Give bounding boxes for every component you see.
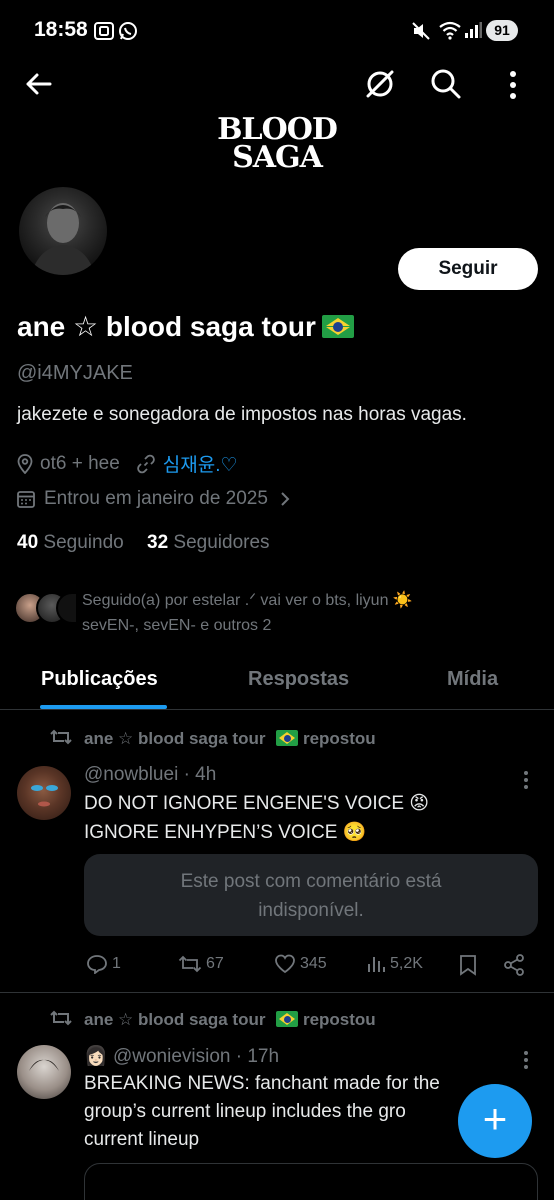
followed-by-avatars[interactable] xyxy=(14,592,78,628)
post-text-line: BREAKING NEWS: fanchant made for the xyxy=(84,1073,440,1094)
status-time: 18:58 xyxy=(34,18,88,41)
location-icon xyxy=(17,453,33,474)
chevron-right-icon xyxy=(280,491,290,507)
post-author-handle: @wonievision · 17h xyxy=(112,1046,280,1067)
tab-publicacoes[interactable]: Publicações xyxy=(41,668,158,691)
repost-label[interactable]: ane ☆ blood saga tour repostou xyxy=(84,1010,376,1030)
post-author-avatar[interactable] xyxy=(17,1045,71,1099)
post-author-avatar[interactable] xyxy=(17,766,71,820)
share-icon[interactable] xyxy=(503,954,525,976)
followed-by-text[interactable]: Seguido(a) por estelar .ᐟ vai ver o bts,… xyxy=(82,588,522,638)
calendar-icon xyxy=(17,490,35,508)
followers-link[interactable]: 32 Seguidores xyxy=(147,532,270,553)
repost-button[interactable]: 67 xyxy=(178,954,224,974)
back-arrow-icon[interactable] xyxy=(24,72,52,96)
more-options-icon[interactable] xyxy=(506,70,520,100)
author-emoji: 👩🏻 xyxy=(84,1046,108,1067)
quote-unavailable-line1: Este post com comentário está xyxy=(180,871,442,892)
brazil-flag-icon xyxy=(321,315,354,338)
profile-avatar[interactable] xyxy=(16,184,110,278)
bookmark-icon[interactable] xyxy=(459,954,477,976)
quoted-post-preview[interactable] xyxy=(84,1163,538,1200)
quote-unavailable-box: Este post com comentário está indisponív… xyxy=(84,854,538,936)
link-icon xyxy=(136,454,156,474)
views-count: 5,2K xyxy=(390,955,423,972)
profile-meta-row: ot6 + hee 심재윤.♡ xyxy=(17,450,238,477)
like-button[interactable]: 345 xyxy=(274,954,327,974)
post-text-line: group’s current lineup includes the gro xyxy=(84,1101,406,1122)
post-author-line[interactable]: 👩🏻 @wonievision · 17h xyxy=(84,1044,279,1068)
quote-unavailable-line2: indisponível. xyxy=(258,900,364,921)
followed-by-line2: sevEN-, sevEN- e outros 2 xyxy=(82,617,272,634)
post-text-line: current lineup xyxy=(84,1129,200,1150)
repost-label[interactable]: ane ☆ blood saga tour repostou xyxy=(84,729,376,749)
reply-button[interactable]: 1 xyxy=(86,954,121,974)
profile-joined-date: Entrou em janeiro de 2025 xyxy=(44,488,268,509)
followers-label: Seguidores xyxy=(173,532,270,553)
followers-count: 32 xyxy=(147,532,169,553)
views-button[interactable]: 5,2K xyxy=(366,954,423,974)
reply-icon xyxy=(87,955,107,974)
repost-icon xyxy=(50,728,72,746)
tab-respostas[interactable]: Respostas xyxy=(248,668,349,691)
profile-display-name: ane ☆ blood saga tour xyxy=(17,310,354,343)
post-more-icon[interactable] xyxy=(523,1050,529,1070)
banner-logo-line2: SAGA xyxy=(232,140,323,175)
repost-user: ane ☆ blood saga tour xyxy=(84,729,266,748)
brazil-flag-icon xyxy=(276,730,299,746)
repost-user: ane ☆ blood saga tour xyxy=(84,1010,266,1029)
profile-link[interactable]: 심재윤.♡ xyxy=(163,450,238,477)
repost-count: 67 xyxy=(206,955,224,972)
reply-count: 1 xyxy=(112,955,121,972)
following-link[interactable]: 40 Seguindo xyxy=(17,532,124,553)
following-label: Seguindo xyxy=(43,532,124,553)
repost-suffix: repostou xyxy=(302,1010,376,1029)
follow-button[interactable]: Seguir xyxy=(398,248,538,290)
profile-joined-row[interactable]: Entrou em janeiro de 2025 xyxy=(17,488,290,510)
search-icon[interactable] xyxy=(430,68,462,100)
post-text-line: IGNORE ENHYPEN’S VOICE 🥺 xyxy=(84,822,367,843)
whatsapp-icon xyxy=(118,21,138,41)
post-author-handle[interactable]: @nowbluei · 4h xyxy=(84,764,216,786)
repost-suffix: repostou xyxy=(302,729,376,748)
post-card[interactable]: ane ☆ blood saga tour repostou @nowbluei… xyxy=(0,710,554,992)
status-bar: 18:58 91 xyxy=(0,0,554,60)
like-count: 345 xyxy=(300,955,327,972)
repost-action-icon xyxy=(178,955,202,973)
profile-bio: jakezete e sonegadora de impostos nas ho… xyxy=(17,404,467,425)
profile-handle: @i4MYJAKE xyxy=(17,362,133,384)
mute-icon xyxy=(412,22,432,40)
following-count: 40 xyxy=(17,532,39,553)
wifi-icon xyxy=(438,20,462,40)
post-more-icon[interactable] xyxy=(523,770,529,790)
compose-button[interactable]: + xyxy=(458,1084,532,1158)
display-name-text: ane ☆ blood saga tour xyxy=(17,311,316,342)
views-icon xyxy=(368,957,385,972)
brazil-flag-icon xyxy=(276,1011,299,1027)
profile-location: ot6 + hee xyxy=(40,452,120,474)
post-text-line: DO NOT IGNORE ENGENE'S VOICE 😡 xyxy=(84,793,430,814)
heart-icon xyxy=(275,954,295,974)
grok-icon[interactable] xyxy=(364,68,396,100)
repost-icon xyxy=(50,1009,72,1027)
signal-icon xyxy=(464,21,482,39)
tab-midia[interactable]: Mídia xyxy=(447,668,498,691)
followed-by-line1: Seguido(a) por estelar .ᐟ vai ver o bts,… xyxy=(82,592,413,609)
battery-indicator: 91 xyxy=(486,20,518,41)
profile-counts: 40 Seguindo 32 Seguidores xyxy=(17,532,270,554)
screenshot-icon xyxy=(94,22,114,40)
